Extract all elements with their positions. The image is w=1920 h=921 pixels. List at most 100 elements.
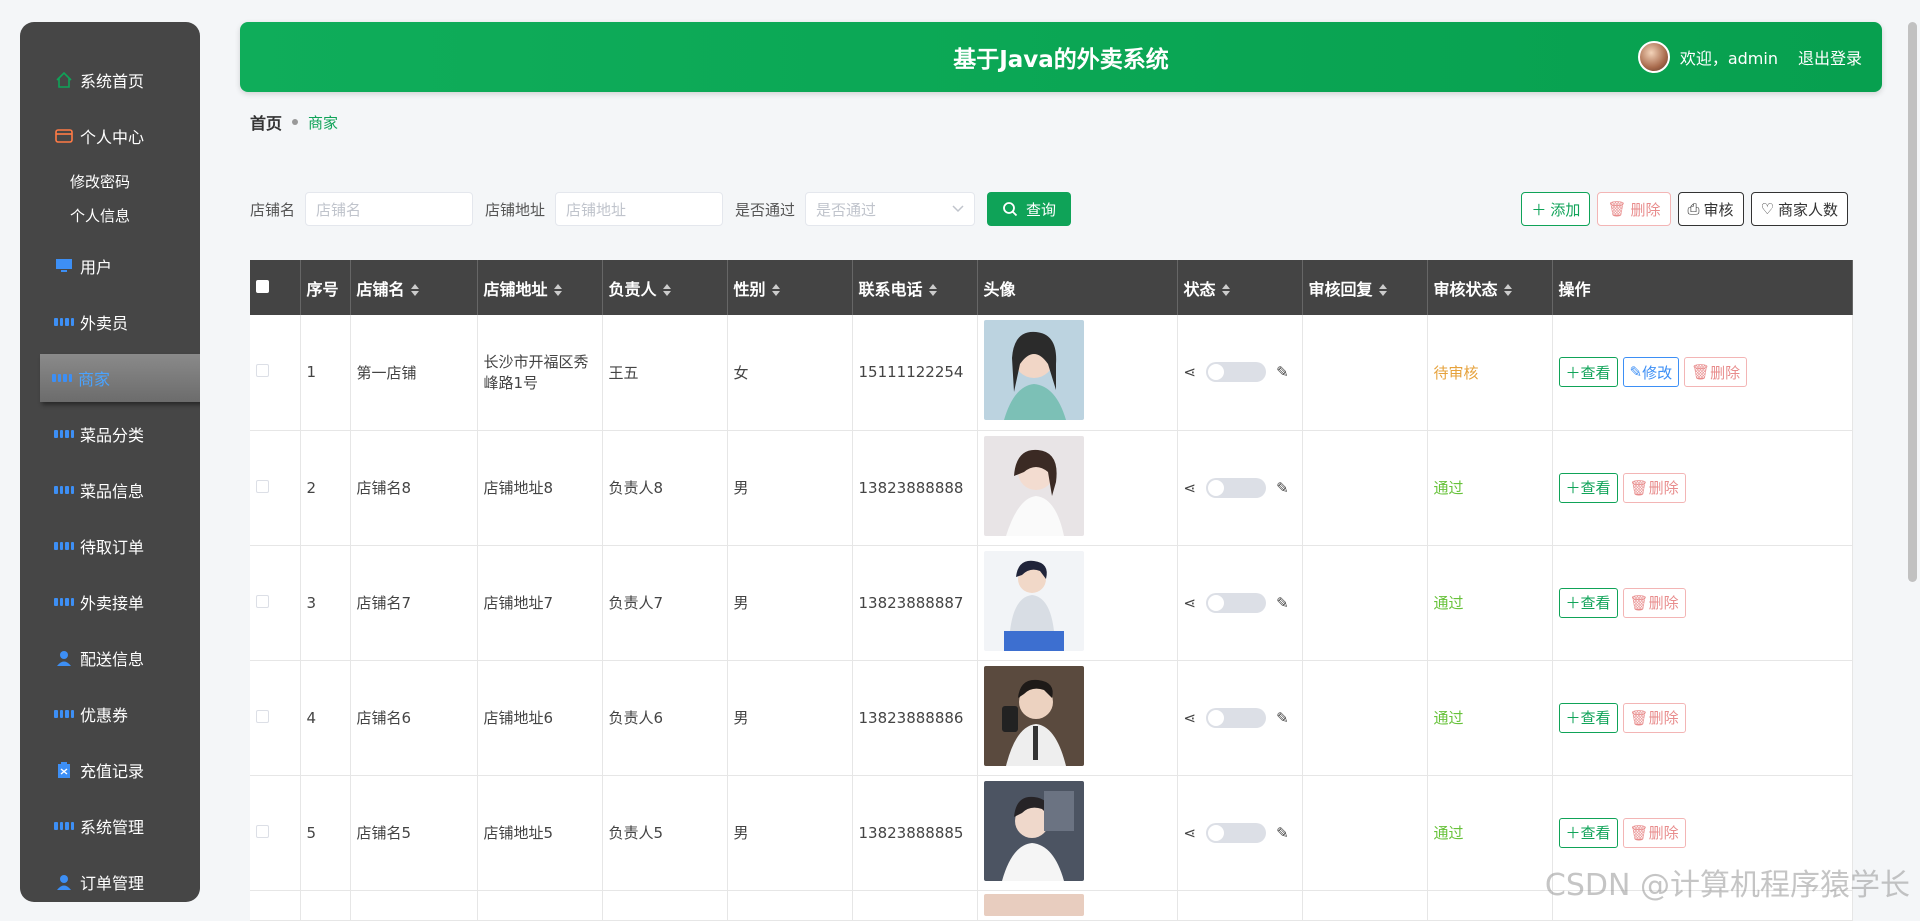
row-checkbox[interactable] — [256, 710, 269, 723]
sort-icon[interactable] — [554, 284, 562, 296]
column-header: 操作 — [1552, 260, 1852, 315]
edit-button[interactable]: ✎修改 — [1623, 357, 1680, 387]
sort-icon[interactable] — [1504, 284, 1512, 296]
share-icon[interactable]: ⋖ — [1184, 479, 1197, 497]
sidebar-item-profile-center[interactable]: 个人中心 — [20, 108, 200, 164]
view-button[interactable]: ＋查看 — [1559, 703, 1618, 733]
delete-button[interactable]: 🗑删除 — [1623, 588, 1686, 618]
status-toggle[interactable] — [1206, 708, 1266, 728]
avatar[interactable] — [1638, 41, 1670, 73]
sort-icon[interactable] — [411, 284, 419, 296]
home-icon — [54, 70, 74, 90]
avatar-photo[interactable] — [984, 894, 1084, 916]
column-header[interactable]: 审核状态 — [1427, 260, 1552, 315]
sidebar-item-couriers[interactable]: 外卖员 — [20, 294, 200, 350]
cell-shop-name: 第一店铺 — [350, 315, 477, 430]
edit-icon[interactable]: ✎ — [1276, 594, 1289, 612]
cell-shop-name: 店铺名8 — [350, 430, 477, 545]
add-button[interactable]: ＋ 添加 — [1521, 192, 1590, 226]
edit-icon[interactable]: ✎ — [1276, 363, 1289, 381]
select-all-checkbox[interactable] — [256, 280, 269, 293]
sidebar-item-label: 菜品分类 — [80, 422, 144, 446]
status-toggle[interactable] — [1206, 362, 1266, 382]
sidebar-item-users[interactable]: 用户 — [20, 238, 200, 294]
row-checkbox[interactable] — [256, 364, 269, 377]
share-icon[interactable]: ⋖ — [1184, 594, 1197, 612]
page-scrollbar[interactable] — [1908, 22, 1917, 582]
plus-icon: ＋ — [1566, 707, 1581, 728]
sidebar-item-dish-info[interactable]: 菜品信息 — [20, 462, 200, 518]
cell-audit-reply — [1302, 545, 1427, 660]
sidebar-item-delivery-info[interactable]: 配送信息 — [20, 630, 200, 686]
sidebar-item-system-management[interactable]: 系统管理 — [20, 798, 200, 854]
sidebar: 系统首页 个人中心 修改密码 个人信息 用户 外卖员 商家 菜品分类 菜品信息 … — [20, 22, 200, 902]
cell-gender: 男 — [727, 545, 852, 660]
breadcrumb-home[interactable]: 首页 — [250, 110, 282, 134]
sort-icon[interactable] — [772, 284, 780, 296]
view-button[interactable]: ＋查看 — [1559, 473, 1618, 503]
share-icon[interactable]: ⋖ — [1184, 709, 1197, 727]
column-header[interactable]: 店铺地址 — [477, 260, 602, 315]
delete-button[interactable]: 🗑删除 — [1684, 357, 1747, 387]
sidebar-item-accepted-orders[interactable]: 外卖接单 — [20, 574, 200, 630]
select-all-cell[interactable] — [250, 260, 300, 315]
sidebar-item-dish-category[interactable]: 菜品分类 — [20, 406, 200, 462]
approved-select[interactable]: 是否通过 — [805, 192, 975, 226]
merchant-count-button[interactable]: ♡ 商家人数 — [1751, 192, 1848, 226]
sidebar-subitem-change-password[interactable]: 修改密码 — [20, 164, 200, 198]
sort-icon[interactable] — [1222, 284, 1230, 296]
sidebar-item-coupons[interactable]: 优惠券 — [20, 686, 200, 742]
share-icon[interactable]: ⋖ — [1184, 363, 1197, 381]
view-button[interactable]: ＋查看 — [1559, 588, 1618, 618]
sidebar-item-recharge-records[interactable]: 充值记录 — [20, 742, 200, 798]
logout-link[interactable]: 退出登录 — [1798, 45, 1862, 69]
column-header[interactable]: 店铺名 — [350, 260, 477, 315]
column-header[interactable]: 联系电话 — [852, 260, 977, 315]
sidebar-item-pending-orders[interactable]: 待取订单 — [20, 518, 200, 574]
bulk-delete-button[interactable]: 🗑 删除 — [1597, 192, 1670, 226]
row-checkbox[interactable] — [256, 595, 269, 608]
sort-icon[interactable] — [929, 284, 937, 296]
avatar-photo[interactable] — [984, 781, 1084, 881]
avatar-photo[interactable] — [984, 436, 1084, 536]
search-button[interactable]: 查询 — [987, 192, 1071, 226]
delete-button[interactable]: 🗑删除 — [1623, 818, 1686, 848]
view-button[interactable]: ＋查看 — [1559, 818, 1618, 848]
share-icon[interactable]: ⋖ — [1184, 824, 1197, 842]
shop-name-input[interactable]: 店铺名 — [305, 192, 473, 226]
status-toggle[interactable] — [1206, 478, 1266, 498]
edit-icon[interactable]: ✎ — [1276, 709, 1289, 727]
column-header[interactable]: 性别 — [727, 260, 852, 315]
column-header[interactable]: 负责人 — [602, 260, 727, 315]
search-icon — [1002, 201, 1018, 217]
row-checkbox[interactable] — [256, 825, 269, 838]
avatar-photo[interactable] — [984, 666, 1084, 766]
sidebar-subitem-personal-info[interactable]: 个人信息 — [20, 198, 200, 232]
column-header[interactable]: 审核回复 — [1302, 260, 1427, 315]
approved-select-placeholder: 是否通过 — [816, 199, 876, 220]
sidebar-item-merchants[interactable]: 商家 — [40, 354, 200, 402]
sort-icon[interactable] — [1379, 284, 1387, 296]
bulk-delete-label: 删除 — [1630, 199, 1660, 220]
status-toggle[interactable] — [1206, 823, 1266, 843]
sidebar-item-order-management[interactable]: 订单管理 — [20, 854, 200, 902]
edit-icon[interactable]: ✎ — [1276, 824, 1289, 842]
row-checkbox[interactable] — [256, 480, 269, 493]
grid-icon — [54, 424, 74, 444]
view-button[interactable]: ＋查看 — [1559, 357, 1618, 387]
cell-shop-name: 店铺名7 — [350, 545, 477, 660]
column-header: 序号 — [300, 260, 350, 315]
cell-audit-status: 通过 — [1427, 430, 1552, 545]
cell-audit-status: 通过 — [1427, 775, 1552, 890]
sidebar-item-home[interactable]: 系统首页 — [20, 52, 200, 108]
avatar-photo[interactable] — [984, 320, 1084, 420]
delete-button[interactable]: 🗑删除 — [1623, 703, 1686, 733]
shop-address-input[interactable]: 店铺地址 — [555, 192, 723, 226]
avatar-photo[interactable] — [984, 551, 1084, 651]
column-header[interactable]: 状态 — [1177, 260, 1302, 315]
edit-icon[interactable]: ✎ — [1276, 479, 1289, 497]
status-toggle[interactable] — [1206, 593, 1266, 613]
sort-icon[interactable] — [663, 284, 671, 296]
audit-button[interactable]: ⎙ 审核 — [1678, 192, 1744, 226]
delete-button[interactable]: 🗑删除 — [1623, 473, 1686, 503]
